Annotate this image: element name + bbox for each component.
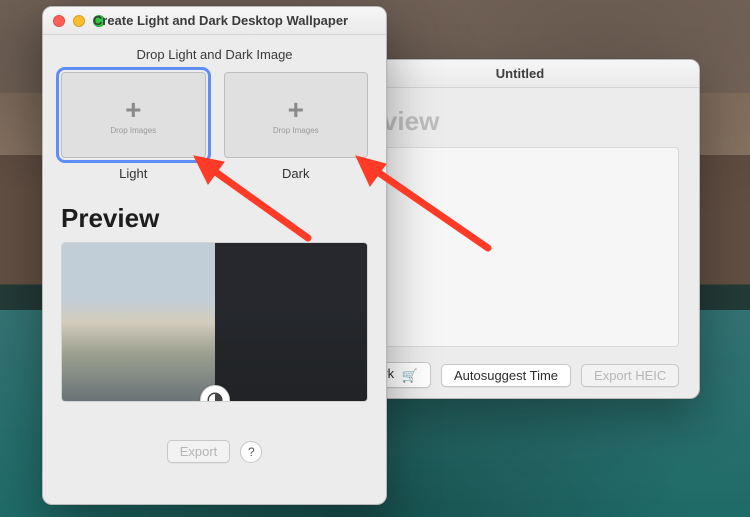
window-title: Untitled	[351, 66, 689, 81]
help-button[interactable]: ?	[240, 441, 262, 463]
light-label: Light	[61, 166, 206, 181]
export-heic-button[interactable]: Export HEIC	[581, 364, 679, 387]
autosuggest-time-button[interactable]: Autosuggest Time	[441, 364, 571, 387]
dark-drop-placeholder: Drop Images	[273, 126, 319, 135]
drop-instruction: Drop Light and Dark Image	[61, 47, 368, 62]
preview-heading: Preview	[61, 203, 368, 234]
export-button[interactable]: Export	[167, 440, 231, 463]
cart-icon: 🛒	[402, 368, 418, 384]
preview-dark-half	[215, 243, 368, 401]
contrast-icon	[206, 391, 224, 402]
close-icon[interactable]	[53, 15, 65, 27]
light-drop-placeholder: Drop Images	[110, 126, 156, 135]
window-title: Create Light and Dark Desktop Wallpaper	[65, 13, 376, 28]
dark-label: Dark	[224, 166, 369, 181]
light-dropzone[interactable]: + Drop Images	[61, 72, 206, 158]
plus-icon: +	[288, 96, 304, 124]
dark-dropzone[interactable]: + Drop Images	[224, 72, 369, 158]
preview-light-half	[62, 243, 215, 401]
preview-heading: Preview	[341, 106, 679, 137]
titlebar[interactable]: Create Light and Dark Desktop Wallpaper	[43, 7, 386, 35]
plus-icon: +	[125, 96, 141, 124]
preview-canvas	[341, 147, 679, 347]
preview-canvas	[61, 242, 368, 402]
bottom-toolbar: Export ?	[61, 440, 368, 463]
create-wallpaper-window: Create Light and Dark Desktop Wallpaper …	[42, 6, 387, 505]
